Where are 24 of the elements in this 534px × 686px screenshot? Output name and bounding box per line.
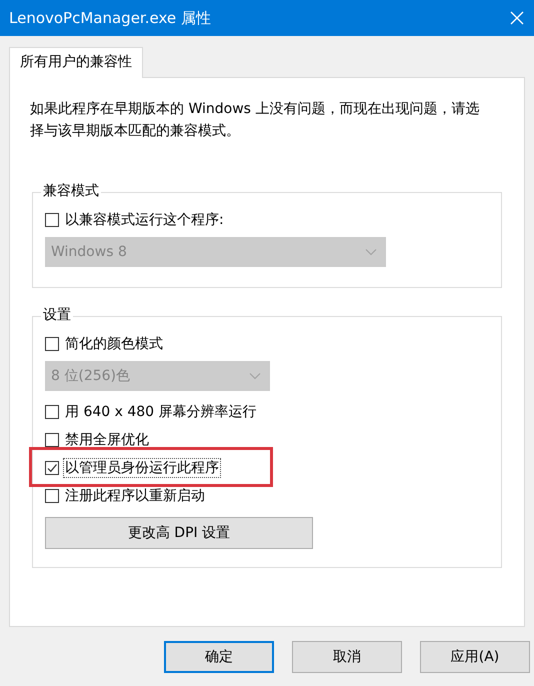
checkbox-label[interactable]: 禁用全屏优化 (63, 430, 151, 450)
checkbox-label[interactable]: 用 640 x 480 屏幕分辨率运行 (63, 402, 259, 422)
checkbox-label[interactable]: 以管理员身份运行此程序 (63, 458, 221, 478)
dpi-settings-button[interactable]: 更改高 DPI 设置 (45, 517, 313, 549)
checkbox-label[interactable]: 以兼容模式运行这个程序: (63, 210, 226, 230)
checkbox[interactable] (45, 461, 59, 475)
checkbox[interactable] (45, 213, 59, 227)
dialog-button[interactable]: 应用(A) (420, 641, 530, 673)
checkbox[interactable] (45, 405, 59, 419)
tab[interactable]: 所有用户的兼容性 (9, 47, 143, 78)
description-text: 如果此程序在早期版本的 Windows 上没有问题，而现在出现问题，请选择与该早期版本匹配的兼容模式。 (30, 100, 480, 141)
checkbox[interactable] (45, 337, 59, 351)
dialog-button[interactable]: 取消 (292, 641, 402, 673)
close-icon[interactable] (510, 11, 524, 25)
checkbox-label[interactable]: 简化的颜色模式 (63, 334, 165, 354)
checkbox[interactable] (45, 489, 59, 503)
window-title: LenovoPcManager.exe 属性 (9, 8, 211, 28)
group-title: 设置 (41, 306, 73, 324)
checkbox-label[interactable]: 注册此程序以重新启动 (63, 486, 207, 506)
checkbox[interactable] (45, 433, 59, 447)
group-title: 兼容模式 (41, 182, 101, 200)
chevron-down-icon (365, 248, 377, 256)
chevron-down-icon (249, 372, 261, 380)
dialog-button[interactable]: 确定 (164, 641, 274, 673)
